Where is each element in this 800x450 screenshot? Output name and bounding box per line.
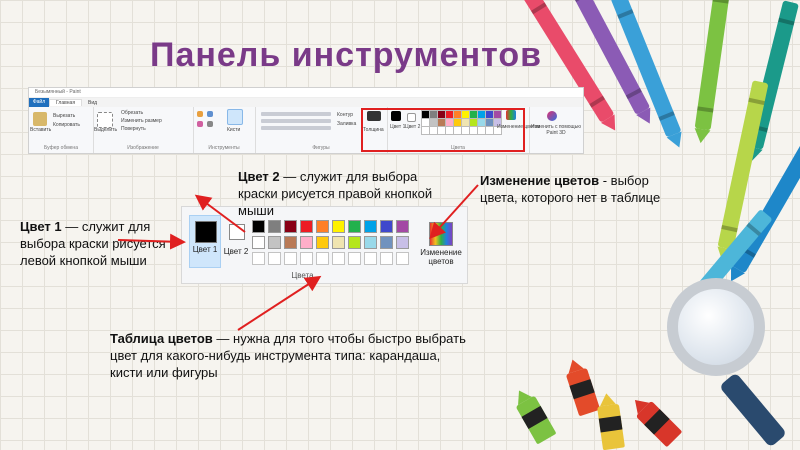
arrow-to-color-table bbox=[237, 275, 322, 331]
arrow-to-edit-colors bbox=[429, 184, 479, 239]
annotation-arrows bbox=[117, 184, 479, 331]
arrow-to-color2 bbox=[194, 194, 246, 233]
arrow-to-color1 bbox=[117, 233, 186, 250]
